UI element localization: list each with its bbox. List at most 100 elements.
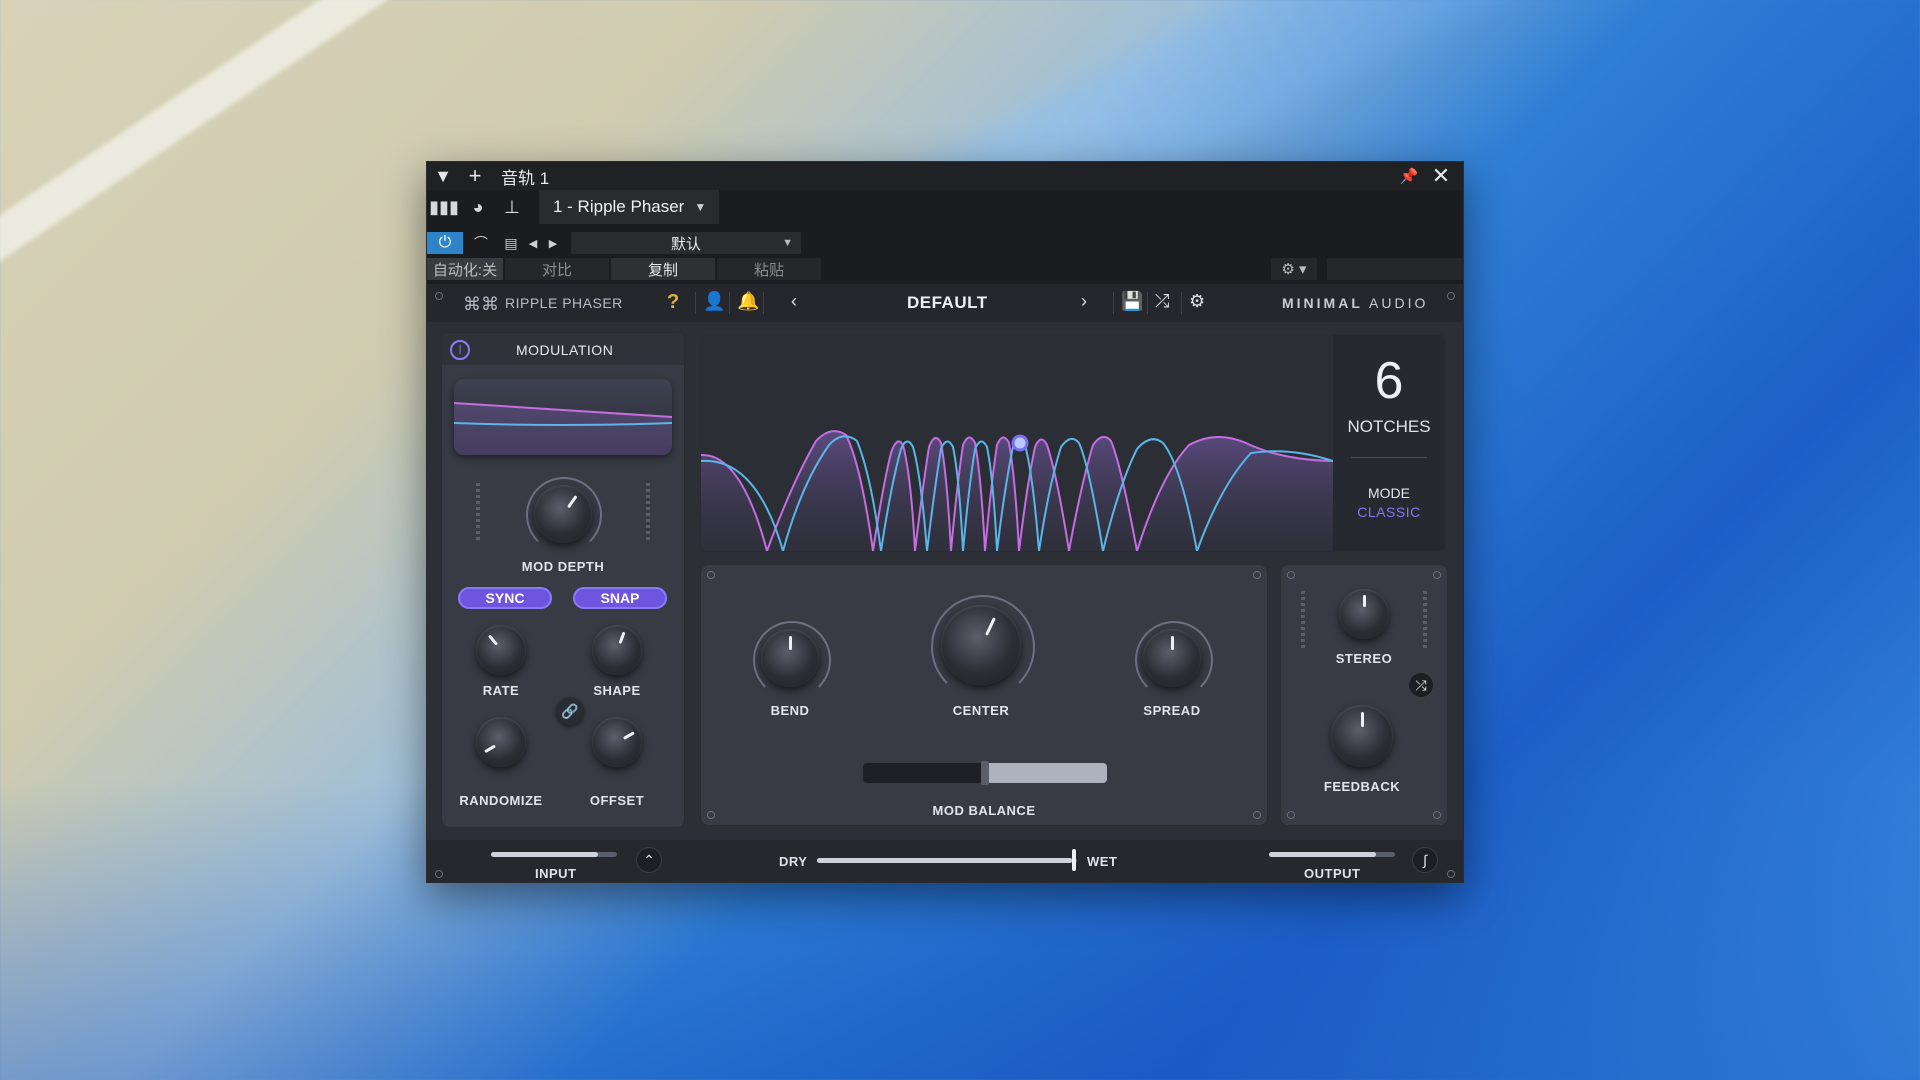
- stereo-feedback-panel: STEREO ⤮ FEEDBACK: [1280, 564, 1448, 826]
- add-icon[interactable]: +: [459, 162, 491, 190]
- plugin-window: ▼ + 音轨 1 📌 ✕ ▮▮▮ ◕ ⊥ 1 - Ripple Phaser ▼…: [426, 161, 1464, 883]
- host-preset-select[interactable]: 默认 ▼: [571, 232, 801, 254]
- knob-indicator: [1170, 635, 1174, 650]
- input-fill: [491, 852, 599, 857]
- knob-indicator: [487, 634, 498, 646]
- curve-icon[interactable]: ∫: [1413, 848, 1437, 872]
- knob-indicator: [483, 744, 496, 754]
- randomize-label: RANDOMIZE: [459, 793, 543, 808]
- mod-balance-slider[interactable]: [863, 761, 1107, 785]
- knob-indicator: [566, 495, 577, 509]
- host-title-bar: ▼ + 音轨 1 📌 ✕: [427, 162, 1463, 190]
- logo-light: AUDIO: [1369, 295, 1429, 311]
- host-settings-gear-icon[interactable]: ⚙ ▾: [1271, 258, 1317, 280]
- notches-label: NOTCHES: [1347, 417, 1431, 436]
- link-icon[interactable]: 🔗: [556, 697, 584, 725]
- preset-name[interactable]: DEFAULT: [907, 293, 988, 313]
- mod-depth-knob[interactable]: [534, 485, 592, 543]
- main-controls-panel: BEND CENTER SPREAD MOD BALANCE: [700, 564, 1268, 826]
- host-spacer: [1327, 258, 1463, 280]
- lfo-display[interactable]: [454, 379, 672, 455]
- notch-display[interactable]: 6 NOTCHES MODE CLASSIC: [700, 334, 1446, 552]
- input-slider[interactable]: [491, 852, 617, 857]
- meter-dots-left: [476, 483, 480, 543]
- shuffle-icon[interactable]: ⤮: [1155, 291, 1169, 312]
- dropdown-arrow-icon[interactable]: ▼: [427, 162, 459, 190]
- automation-curve-icon[interactable]: ⌒: [463, 232, 499, 254]
- knob-indicator: [1360, 712, 1364, 728]
- bell-icon[interactable]: 🔔: [737, 291, 759, 312]
- user-icon[interactable]: 👤: [703, 291, 725, 312]
- plugin-select[interactable]: 1 - Ripple Phaser ▼: [539, 190, 719, 224]
- offset-knob[interactable]: [592, 717, 642, 767]
- plugin-select-label: 1 - Ripple Phaser: [553, 197, 685, 216]
- dry-wet-thumb[interactable]: [1071, 849, 1076, 871]
- shape-knob[interactable]: [592, 625, 642, 675]
- shuffle-icon[interactable]: ⤮: [1409, 673, 1433, 697]
- mod-balance-fill: [985, 763, 1107, 783]
- pin-icon[interactable]: 📌: [1393, 162, 1425, 190]
- randomize-knob[interactable]: [476, 717, 526, 767]
- knob-indicator: [1362, 595, 1366, 607]
- sync-button[interactable]: SYNC: [458, 587, 552, 609]
- save-preset-icon[interactable]: ▤: [499, 232, 523, 254]
- screw-icon: [1253, 571, 1261, 579]
- stereo-label: STEREO: [1335, 651, 1393, 666]
- routing-icon[interactable]: ⊥: [495, 192, 529, 222]
- screw-icon: [1447, 870, 1455, 878]
- feedback-knob[interactable]: [1331, 705, 1393, 767]
- divider: [729, 292, 730, 314]
- modulation-power-icon[interactable]: |: [450, 340, 470, 360]
- dry-label: DRY: [779, 854, 808, 869]
- screw-icon: [435, 870, 443, 878]
- dial-icon[interactable]: ◕: [461, 192, 495, 222]
- chevron-up-icon[interactable]: ⌃: [637, 848, 661, 872]
- center-knob[interactable]: [941, 605, 1021, 685]
- screw-icon: [707, 571, 715, 579]
- brand-logo: MINIMAL AUDIO: [1282, 295, 1428, 311]
- stereo-knob[interactable]: [1339, 589, 1389, 639]
- lfo-waveform: [454, 402, 672, 455]
- mod-balance-label: MOD BALANCE: [932, 803, 1036, 818]
- mode-label: MODE: [1368, 485, 1410, 501]
- copy-button[interactable]: 复制: [611, 258, 715, 280]
- output-fill: [1269, 852, 1377, 857]
- offset-label: OFFSET: [589, 793, 645, 808]
- dry-wet-slider[interactable]: [817, 849, 1077, 871]
- save-icon[interactable]: 💾: [1121, 291, 1143, 312]
- output-slider[interactable]: [1269, 852, 1395, 857]
- compare-button[interactable]: 对比: [505, 258, 609, 280]
- notches-value[interactable]: 6: [1333, 351, 1445, 411]
- next-preset-icon[interactable]: ▶: [543, 232, 563, 254]
- chevron-down-icon: ▼: [782, 237, 793, 249]
- next-preset-arrow-icon[interactable]: ›: [1081, 291, 1087, 312]
- close-icon[interactable]: ✕: [1425, 162, 1457, 190]
- host-preset-row: ⏻ ⌒ ▤ ◀ ▶ 默认 ▼: [427, 232, 1463, 254]
- knob-indicator: [788, 635, 792, 650]
- rate-knob[interactable]: [476, 625, 526, 675]
- dry-wet-fill: [817, 858, 1072, 863]
- divider: [695, 292, 696, 314]
- prev-preset-arrow-icon[interactable]: ‹: [791, 291, 797, 312]
- spread-knob[interactable]: [1143, 629, 1201, 687]
- divider: [1181, 292, 1182, 314]
- paste-button[interactable]: 粘贴: [717, 258, 821, 280]
- power-icon[interactable]: ⏻: [427, 232, 463, 254]
- bars-icon[interactable]: ▮▮▮: [427, 192, 461, 222]
- help-icon[interactable]: ?: [667, 291, 679, 314]
- divider: [1113, 292, 1114, 314]
- automation-toggle[interactable]: 自动化:关: [427, 258, 503, 280]
- bend-label: BEND: [770, 703, 810, 718]
- bend-knob[interactable]: [761, 629, 819, 687]
- phaser-logo-icon: ⌘⌘: [463, 294, 499, 314]
- meter-dots-right: [1423, 591, 1427, 651]
- plugin-header: ⌘⌘ RIPPLE PHASER ? 👤 🔔 ‹ DEFAULT › 💾 ⤮ ⚙…: [427, 284, 1463, 322]
- snap-button[interactable]: SNAP: [573, 587, 667, 609]
- settings-gear-icon[interactable]: ⚙: [1189, 291, 1205, 312]
- center-handle[interactable]: [1011, 434, 1029, 452]
- prev-preset-icon[interactable]: ◀: [523, 232, 543, 254]
- logo-bold: MINIMAL: [1282, 295, 1363, 311]
- mod-balance-thumb[interactable]: [981, 761, 989, 785]
- mode-value[interactable]: CLASSIC: [1333, 504, 1445, 520]
- meter-dots-right: [646, 483, 650, 543]
